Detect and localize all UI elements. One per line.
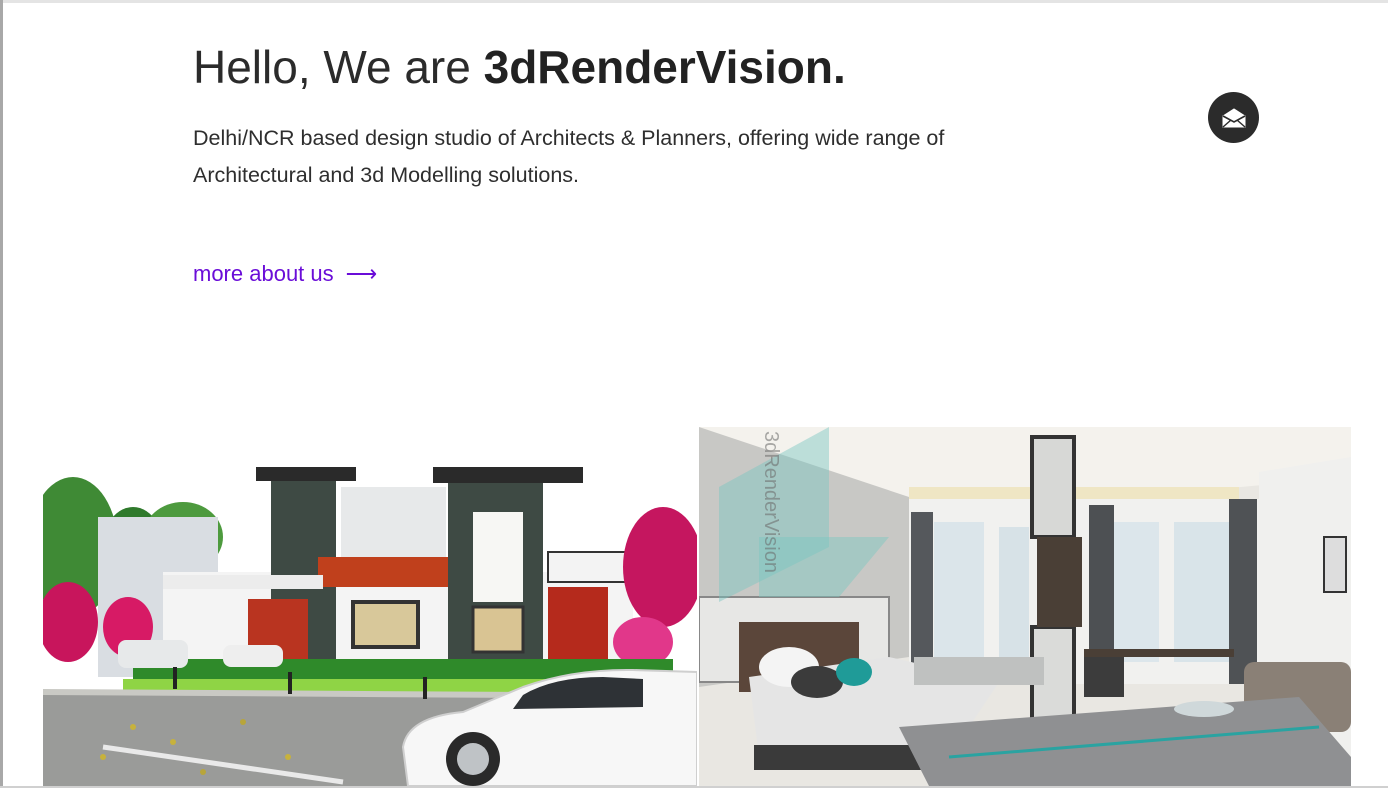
hero-title-brand: 3dRenderVision. <box>483 41 846 93</box>
page-frame: Hello, We are 3dRenderVision. Delhi/NCR … <box>0 0 1388 788</box>
watermark-text: 3dRenderVision <box>760 431 782 573</box>
left-border <box>0 0 3 788</box>
contact-mail-button[interactable] <box>1208 92 1259 143</box>
gallery-image-bedroom[interactable]: 3dRenderVision <box>699 427 1351 786</box>
top-border <box>0 0 1388 3</box>
hero-description: Delhi/NCR based design studio of Archite… <box>193 126 945 187</box>
envelope-icon <box>1222 107 1245 128</box>
bedroom-render-image: 3dRenderVision <box>699 427 1351 786</box>
more-about-us-link[interactable]: more about us ⟶ <box>193 261 377 287</box>
hero-title-prefix: Hello, We are <box>193 41 484 93</box>
hero-title: Hello, We are 3dRenderVision. <box>193 40 846 94</box>
villa-render-image <box>43 427 697 786</box>
more-about-us-label: more about us <box>193 261 334 286</box>
gallery-image-villa[interactable] <box>43 427 697 786</box>
arrow-right-icon: ⟶ <box>345 261 378 286</box>
